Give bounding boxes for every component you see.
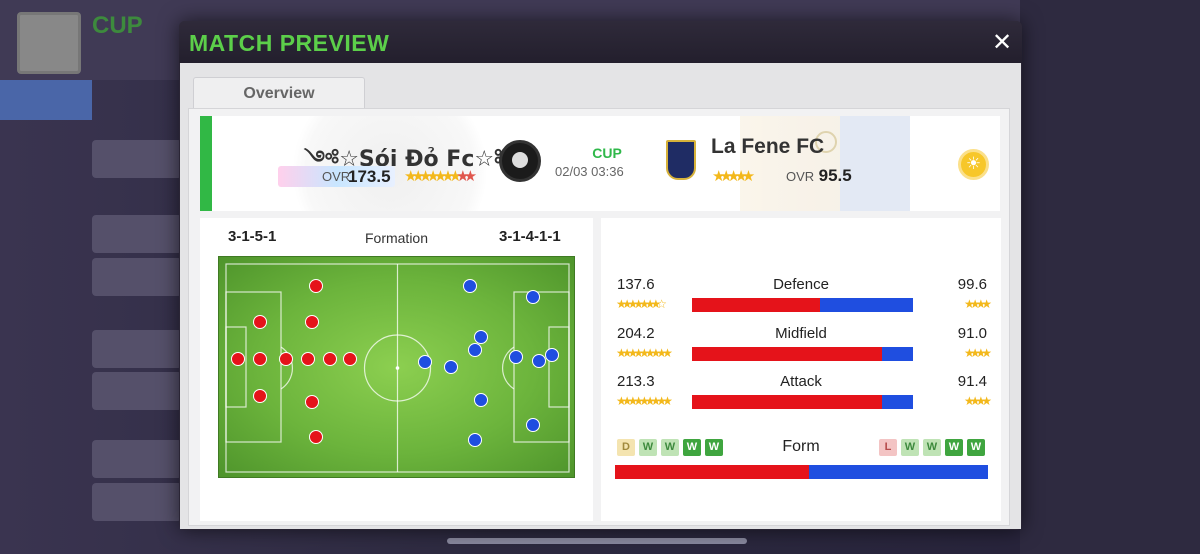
away-stat-value: 91.0 (957, 325, 987, 342)
background-list-item (92, 372, 182, 410)
background-left-tab (0, 80, 92, 120)
home-player-dot (309, 279, 323, 293)
away-ovr-value: 95.5 (818, 166, 852, 185)
background-list-item (92, 140, 182, 178)
home-form-badge: W (683, 439, 701, 456)
away-player-dot (545, 348, 559, 362)
modal-header: MATCH PREVIEW ✕ (179, 21, 1022, 63)
away-form-badge: W (967, 439, 985, 456)
stat-comparison-bar (692, 298, 913, 312)
away-player-dot (418, 355, 432, 369)
match-datetime: 02/03 03:36 (555, 164, 624, 179)
home-ovr-value: 173.5 (348, 167, 391, 186)
away-team-name[interactable]: La Fene FC (711, 135, 824, 159)
away-form-badge: W (923, 439, 941, 456)
home-rating-stars: ★★★★★★★★★ (404, 167, 477, 185)
pitch-lines (225, 263, 570, 473)
away-player-dot (509, 350, 523, 364)
background-list-item (92, 440, 182, 478)
away-ovr: OVR 95.5 (786, 166, 852, 186)
la-fene-crest-icon[interactable] (666, 140, 696, 180)
pitch-diagram (218, 256, 575, 478)
away-player-dot (468, 343, 482, 357)
away-player-dot (474, 393, 488, 407)
home-indicator-stripe (200, 116, 212, 211)
home-player-dot (309, 430, 323, 444)
background-list-item (92, 215, 182, 253)
form-row: Form D W W W W L W W W W (601, 438, 1001, 486)
away-player-dot (474, 330, 488, 344)
away-player-dot (526, 418, 540, 432)
away-stat-stars: ★★★★ (963, 297, 992, 311)
stat-comparison-bar (692, 347, 913, 361)
background-list-item (92, 483, 182, 521)
background-avatar (17, 12, 81, 74)
stat-row-defence: 137.6 Defence 99.6 ★★★★★★★☆ ★★★★ (601, 276, 1001, 321)
away-form-badge: W (945, 439, 963, 456)
home-player-dot (323, 352, 337, 366)
home-player-dot (305, 315, 319, 329)
home-stat-value: 213.3 (617, 373, 655, 390)
home-form-badge: W (705, 439, 723, 456)
away-form-badge: L (879, 439, 897, 456)
match-preview-modal: MATCH PREVIEW ✕ Overview ༺☆Sói Đỏ Fc☆༻ O… (179, 21, 1022, 530)
modal-body: Overview ༺☆Sói Đỏ Fc☆༻ OVR 173.5 ★★★★★★★… (180, 63, 1021, 529)
away-player-dot (526, 290, 540, 304)
close-icon[interactable]: ✕ (987, 27, 1017, 57)
away-player-dot (444, 360, 458, 374)
home-stat-stars: ★★★★★★★★★ (616, 346, 673, 360)
background-right-panel (1020, 0, 1200, 554)
tab-overview[interactable]: Overview (193, 77, 365, 109)
stat-row-attack: 213.3 Attack 91.4 ★★★★★★★★★ ★★★★ (601, 373, 1001, 418)
stat-row-midfield: 204.2 Midfield 91.0 ★★★★★★★★★ ★★★★ (601, 325, 1001, 370)
home-player-dot (343, 352, 357, 366)
home-stat-value: 137.6 (617, 276, 655, 293)
sun-icon: ☀ (958, 149, 989, 180)
stat-name: Defence (773, 276, 829, 293)
stat-comparison-bar (692, 395, 913, 409)
away-ovr-label: OVR (786, 169, 815, 184)
home-stat-value: 204.2 (617, 325, 655, 342)
away-player-dot (532, 354, 546, 368)
form-label: Form (782, 438, 820, 455)
away-stat-stars: ★★★★ (963, 394, 992, 408)
home-stat-stars: ★★★★★★★★★ (616, 394, 673, 408)
background-list-item (92, 258, 182, 296)
stat-name: Midfield (775, 325, 827, 342)
modal-title: MATCH PREVIEW (189, 30, 390, 56)
away-stat-value: 91.4 (957, 373, 987, 390)
background-list-item (92, 330, 182, 368)
home-player-dot (279, 352, 293, 366)
home-player-dot (253, 352, 267, 366)
stats-panel: 137.6 Defence 99.6 ★★★★★★★☆ ★★★★ 204.2 M… (601, 218, 1001, 521)
match-header-card: ༺☆Sói Đỏ Fc☆༻ OVR 173.5 ★★★★★★★★★ CUP 02… (200, 116, 1000, 211)
background-screen-title: CUP (92, 12, 143, 39)
home-form-badge: D (617, 439, 635, 456)
home-form-badge: W (661, 439, 679, 456)
away-stat-value: 99.6 (957, 276, 987, 293)
home-ovr-badge: OVR 173.5 (278, 166, 395, 187)
home-player-dot (231, 352, 245, 366)
home-player-dot (253, 315, 267, 329)
away-stat-stars: ★★★★ (963, 346, 992, 360)
away-player-dot (463, 279, 477, 293)
away-formation: 3-1-4-1-1 (499, 228, 561, 245)
away-crest-watermark (740, 116, 910, 211)
form-comparison-bar (615, 465, 988, 479)
competition-label: CUP (592, 145, 622, 161)
skull-crest-icon[interactable] (499, 140, 541, 182)
home-stat-stars: ★★★★★★★☆ (616, 297, 667, 311)
home-player-dot (301, 352, 315, 366)
home-player-dot (305, 395, 319, 409)
home-form-badge: W (639, 439, 657, 456)
formation-panel: 3-1-5-1 Formation 3-1-4-1-1 (200, 218, 593, 521)
away-player-dot (468, 433, 482, 447)
home-player-dot (253, 389, 267, 403)
stat-name: Attack (780, 373, 822, 390)
horizontal-scrollbar[interactable] (447, 538, 747, 544)
away-rating-stars: ★★★★★ (712, 167, 755, 185)
away-form-badge: W (901, 439, 919, 456)
overview-panel: ༺☆Sói Đỏ Fc☆༻ OVR 173.5 ★★★★★★★★★ CUP 02… (188, 108, 1010, 526)
home-ovr-label: OVR (322, 169, 351, 184)
